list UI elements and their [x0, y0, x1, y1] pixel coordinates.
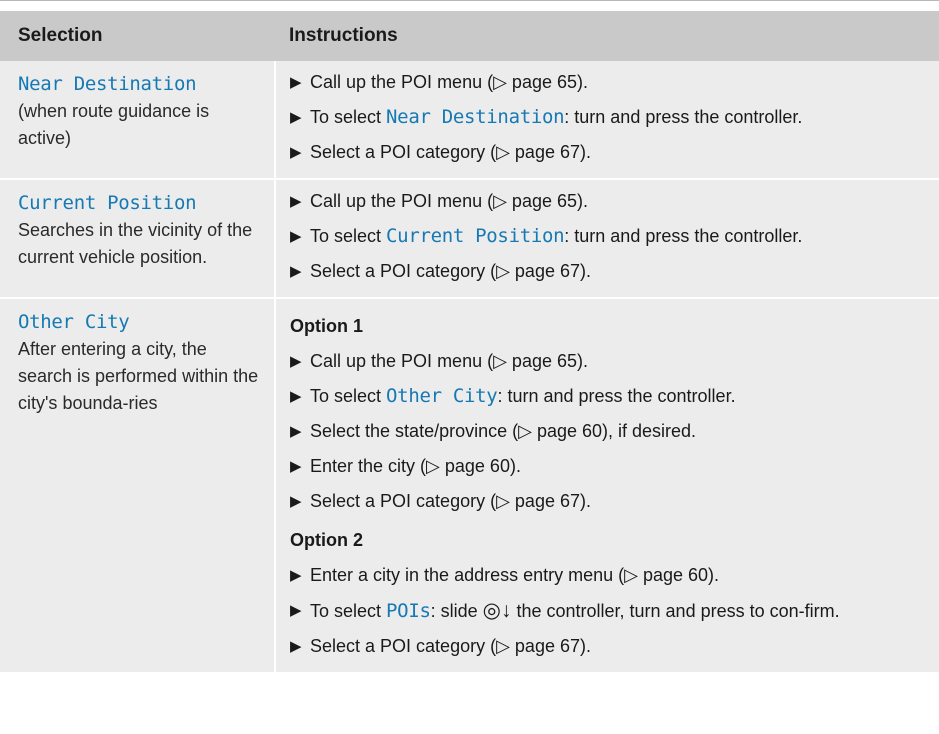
step-item: ▶ Select a POI category (▷ page 67).	[290, 633, 933, 660]
step-text: Select a POI category (▷ page 67).	[310, 491, 591, 511]
step-prefix: To select	[310, 107, 387, 127]
step-middle: : slide	[430, 601, 483, 621]
step-item: ▶ To select Current Position: turn and p…	[290, 223, 933, 250]
step-item: ▶ Select a POI category (▷ page 67).	[290, 488, 933, 515]
step-item: ▶ To select Other City: turn and press t…	[290, 383, 933, 410]
bullet-arrow-icon: ▶	[290, 353, 302, 370]
bullet-arrow-icon: ▶	[290, 602, 302, 619]
step-item: ▶ Select the state/province (▷ page 60),…	[290, 418, 933, 445]
bullet-arrow-icon: ▶	[290, 74, 302, 91]
step-prefix: To select	[310, 226, 387, 246]
table-row: Other City After entering a city, the se…	[0, 297, 939, 672]
step-text: Enter a city in the address entry menu (…	[310, 565, 720, 585]
selection-description: After entering a city, the search is per…	[18, 339, 259, 413]
top-rule	[0, 0, 939, 1]
step-text: Enter the city (▷ page 60).	[310, 456, 521, 476]
bullet-arrow-icon: ▶	[290, 638, 302, 655]
bullet-arrow-icon: ▶	[290, 263, 302, 280]
step-suffix: : turn and press the controller.	[564, 226, 803, 246]
bullet-arrow-icon: ▶	[290, 423, 302, 440]
menu-item-label: Current Position	[386, 225, 565, 247]
menu-item-label: Other City	[386, 385, 498, 407]
step-text: Select a POI category (▷ page 67).	[310, 636, 591, 656]
table-header-row: Selection Instructions	[0, 11, 939, 61]
option-heading: Option 1	[290, 316, 363, 336]
step-item: ▶ Select a POI category (▷ page 67).	[290, 258, 933, 285]
step-prefix: To select	[310, 601, 387, 621]
selection-name: Other City	[18, 311, 130, 333]
bullet-arrow-icon: ▶	[290, 567, 302, 584]
step-text: Select the state/province (▷ page 60), i…	[310, 421, 697, 441]
manual-page: Selection Instructions Near Destination …	[0, 0, 939, 734]
step-prefix: To select	[310, 386, 387, 406]
selection-description: Searches in the vicinity of the current …	[18, 220, 253, 267]
bullet-arrow-icon: ▶	[290, 109, 302, 126]
bullet-arrow-icon: ▶	[290, 193, 302, 210]
step-item: ▶ Call up the POI menu (▷ page 65).	[290, 69, 933, 96]
step-item: ▶ Select a POI category (▷ page 67).	[290, 139, 933, 166]
controller-slide-down-icon: ◎↓	[482, 599, 512, 622]
menu-item-label: POIs	[386, 600, 431, 622]
table-row: Current Position Searches in the vicinit…	[0, 178, 939, 298]
selection-cell: Near Destination (when route guidance is…	[0, 61, 276, 179]
selection-cell: Current Position Searches in the vicinit…	[0, 178, 276, 298]
step-suffix: the controller, turn and press to con-fi…	[511, 601, 840, 621]
step-text: Call up the POI menu (▷ page 65).	[310, 72, 588, 92]
bullet-arrow-icon: ▶	[290, 144, 302, 161]
menu-item-label: Near Destination	[386, 106, 565, 128]
step-item: ▶ To select POIs: slide ◎↓ the controlle…	[290, 597, 933, 625]
step-suffix: : turn and press the controller.	[564, 107, 803, 127]
selection-name: Current Position	[18, 192, 197, 214]
step-text: Call up the POI menu (▷ page 65).	[310, 191, 588, 211]
step-item: ▶ Call up the POI menu (▷ page 65).	[290, 348, 933, 375]
bullet-arrow-icon: ▶	[290, 228, 302, 245]
selection-cell: Other City After entering a city, the se…	[0, 297, 276, 672]
option-heading: Option 2	[290, 530, 363, 550]
instructions-cell: Option 1 ▶ Call up the POI menu (▷ page …	[275, 297, 939, 672]
bullet-arrow-icon: ▶	[290, 458, 302, 475]
selection-name: Near Destination	[18, 73, 197, 95]
step-text: Call up the POI menu (▷ page 65).	[310, 351, 588, 371]
bullet-arrow-icon: ▶	[290, 493, 302, 510]
table-row: Near Destination (when route guidance is…	[0, 61, 939, 179]
step-text: Select a POI category (▷ page 67).	[310, 142, 591, 162]
selection-description: (when route guidance is active)	[18, 101, 210, 148]
step-text: Select a POI category (▷ page 67).	[310, 261, 591, 281]
step-item: ▶ To select Near Destination: turn and p…	[290, 104, 933, 131]
step-item: ▶ Enter a city in the address entry menu…	[290, 562, 933, 589]
poi-search-table: Selection Instructions Near Destination …	[0, 11, 939, 672]
instructions-cell: ▶ Call up the POI menu (▷ page 65). ▶ To…	[275, 178, 939, 298]
header-instructions: Instructions	[275, 11, 939, 61]
header-selection: Selection	[0, 11, 275, 61]
bullet-arrow-icon: ▶	[290, 388, 302, 405]
instructions-cell: ▶ Call up the POI menu (▷ page 65). ▶ To…	[275, 61, 939, 179]
step-item: ▶ Call up the POI menu (▷ page 65).	[290, 188, 933, 215]
step-item: ▶ Enter the city (▷ page 60).	[290, 453, 933, 480]
step-suffix: : turn and press the controller.	[497, 386, 736, 406]
